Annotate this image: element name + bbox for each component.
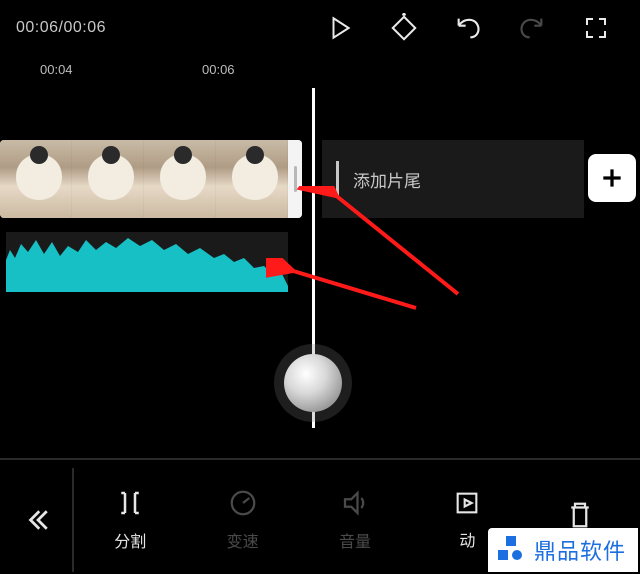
watermark-text: 鼎品软件 [534, 534, 626, 566]
audio-track[interactable] [6, 232, 288, 292]
add-ending-block[interactable]: 添加片尾 [322, 140, 584, 218]
watermark-logo-icon [498, 536, 526, 564]
annotation-arrow [266, 258, 426, 318]
timecode: 00:06/00:06 [16, 19, 106, 37]
playhead-knob[interactable] [284, 354, 342, 412]
clip-thumbnail [0, 140, 72, 218]
ruler-tick: 00:04 [40, 62, 73, 77]
tool-speed[interactable]: 变速 [186, 466, 298, 574]
clip-thumbnail [144, 140, 216, 218]
clip-handle-right[interactable] [288, 140, 302, 218]
add-ending-label: 添加片尾 [353, 167, 421, 192]
play-button[interactable] [312, 6, 368, 50]
watermark: 鼎品软件 [488, 528, 638, 572]
clip-thumbnail [72, 140, 144, 218]
undo-button[interactable] [440, 6, 496, 50]
tool-split[interactable]: 分割 [74, 466, 186, 574]
fullscreen-button[interactable] [568, 6, 624, 50]
timeline[interactable]: 添加片尾 [0, 86, 640, 458]
tool-label: 动 [459, 527, 475, 551]
ruler-tick: 00:06 [202, 62, 235, 77]
tool-label: 变速 [227, 528, 259, 552]
keyframe-button[interactable] [376, 6, 432, 50]
back-button[interactable] [4, 468, 74, 572]
timeline-ruler[interactable]: 00:04 00:06 [0, 56, 640, 86]
tool-volume[interactable]: 音量 [299, 466, 411, 574]
add-clip-button[interactable] [588, 154, 636, 202]
clip-thumbnail [216, 140, 288, 218]
tool-label: 音量 [339, 528, 371, 552]
video-clip[interactable] [0, 140, 302, 218]
total-time: 00:06 [64, 19, 107, 36]
tool-label: 分割 [114, 528, 146, 552]
current-time: 00:06 [16, 19, 59, 36]
topbar: 00:06/00:06 [0, 0, 640, 56]
ending-bar-icon [336, 161, 339, 197]
redo-button[interactable] [504, 6, 560, 50]
